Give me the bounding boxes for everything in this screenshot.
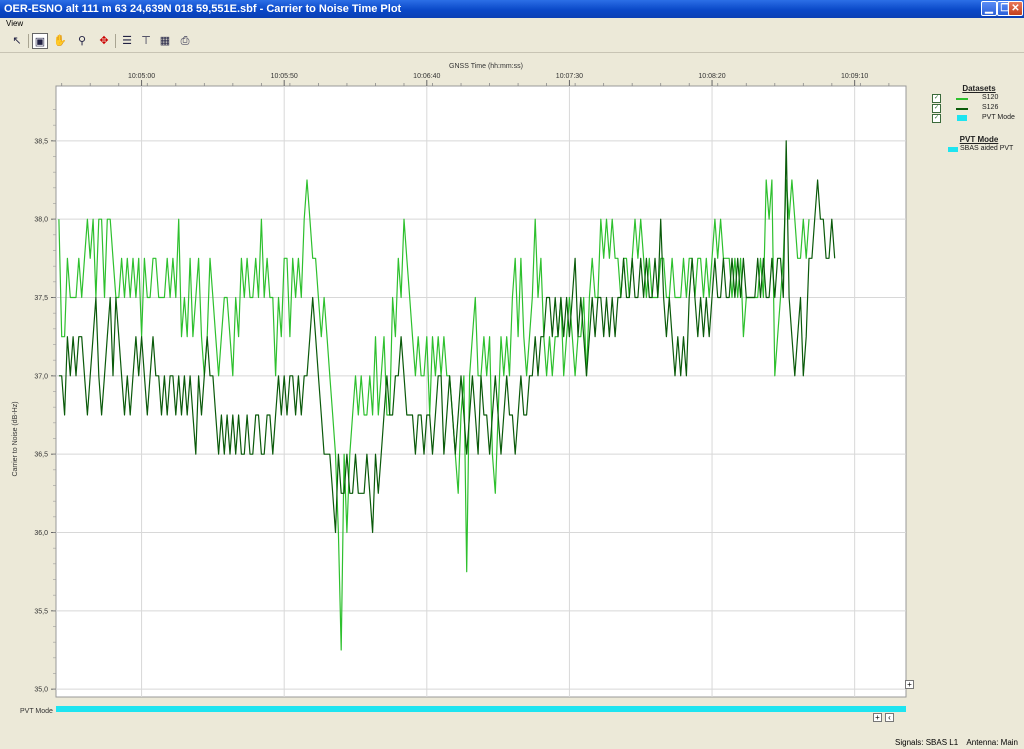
expand-icon[interactable]: + — [905, 680, 914, 689]
checkbox-checked-icon[interactable]: ✓ — [932, 114, 941, 123]
menu-bar: View — [0, 18, 1024, 30]
x-axis-label: GNSS Time (hh:mm:ss) — [449, 63, 523, 70]
statistics-icon[interactable]: ▦ — [157, 33, 173, 49]
y-tick-label: 38,5 — [34, 138, 48, 145]
legend-item-pvt-mode[interactable]: ✓ PVT Mode — [928, 114, 1020, 123]
antenna-status: Antenna: Main — [966, 738, 1018, 747]
y-tick-label: 37,5 — [34, 295, 48, 302]
x-axis-ticks: 10:05:00 10:05:50 10:06:40 10:07:30 10:08:20… — [61, 73, 890, 86]
magnify-icon[interactable]: ⚲ — [74, 33, 90, 49]
y-tick-label: 37,0 — [34, 373, 48, 380]
checkbox-checked-icon[interactable]: ✓ — [932, 94, 941, 103]
x-tick-label: 10:08:20 — [698, 73, 725, 80]
status-bar: Signals: SBAS L1 Antenna: Main — [0, 736, 1024, 749]
pan-hand-icon[interactable]: ✋ — [52, 33, 68, 49]
window-titlebar: OER-ESNO alt 111 m 63 24,639N 018 59,551… — [0, 0, 1024, 18]
x-tick-label: 10:09:10 — [841, 73, 868, 80]
legend-item-s120[interactable]: ✓ S120 — [928, 94, 1020, 103]
x-tick-label: 10:05:50 — [271, 73, 298, 80]
window-title: OER-ESNO alt 111 m 63 24,639N 018 59,551… — [4, 3, 402, 15]
horizontal-cursor-icon[interactable]: ☰ — [119, 33, 135, 49]
y-tick-label: 35,5 — [34, 608, 48, 615]
legend-title: Datasets — [962, 84, 996, 93]
y-tick-label: 35,0 — [34, 687, 48, 694]
y-tick-label: 38,0 — [34, 217, 48, 224]
menu-view[interactable]: View — [6, 18, 23, 30]
checkbox-checked-icon[interactable]: ✓ — [932, 104, 941, 113]
vertical-cursor-icon[interactable]: ⊤ — [138, 33, 154, 49]
toolbar: ↖ ▣ ✋ ⚲ ✥ ☰ ⊤ ▦ ⎙ — [0, 30, 1024, 53]
pvt-legend-item: SBAS aided PVT — [928, 145, 1020, 155]
x-tick-label: 10:05:00 — [128, 73, 155, 80]
toolbar-separator — [115, 34, 116, 48]
box-swatch-pvt — [957, 115, 967, 121]
pvt-legend-label: SBAS aided PVT — [960, 145, 1014, 152]
close-icon[interactable]: ✕ — [1008, 1, 1023, 16]
line-swatch-s120 — [956, 98, 968, 100]
signals-status: Signals: SBAS L1 — [895, 738, 959, 747]
pvt-legend-title: PVT Mode — [959, 135, 999, 144]
legend-label: S120 — [982, 94, 999, 101]
y-tick-label: 36,5 — [34, 452, 48, 459]
scroll-left-icon[interactable]: ‹ — [885, 713, 894, 722]
minimize-icon[interactable]: ▁ — [981, 1, 997, 16]
zoom-in-icon[interactable]: + — [873, 713, 882, 722]
y-axis-label: Carrier to Noise (dB-Hz) — [12, 401, 19, 476]
legend-item-s126[interactable]: ✓ S126 — [928, 104, 1020, 113]
x-tick-label: 10:07:30 — [556, 73, 583, 80]
toolbar-separator — [28, 34, 29, 48]
line-swatch-s126 — [956, 108, 968, 110]
print-icon[interactable]: ⎙ — [177, 33, 193, 49]
fit-extent-icon[interactable]: ✥ — [96, 33, 112, 49]
datasets-legend: Datasets ✓ S120 ✓ S126 ✓ PVT Mode PVT Mo… — [928, 84, 1020, 155]
pvt-swatch — [948, 147, 958, 152]
carrier-to-noise-chart: 10:05:00 10:05:50 10:06:40 10:07:30 10:08:20… — [12, 63, 907, 715]
cursor-icon[interactable]: ↖ — [9, 33, 25, 49]
pvt-lane-label: PVT Mode — [20, 708, 53, 715]
y-axis-ticks: 35,0 35,5 36,0 36,5 37,0 37,5 38,0 38,5 — [34, 109, 56, 694]
x-tick-label: 10:06:40 — [413, 73, 440, 80]
legend-label: S126 — [982, 104, 999, 111]
pvt-mode-bar — [56, 706, 906, 712]
y-tick-label: 36,0 — [34, 530, 48, 537]
zoom-box-icon[interactable]: ▣ — [32, 33, 48, 49]
legend-label: PVT Mode — [982, 114, 1015, 121]
